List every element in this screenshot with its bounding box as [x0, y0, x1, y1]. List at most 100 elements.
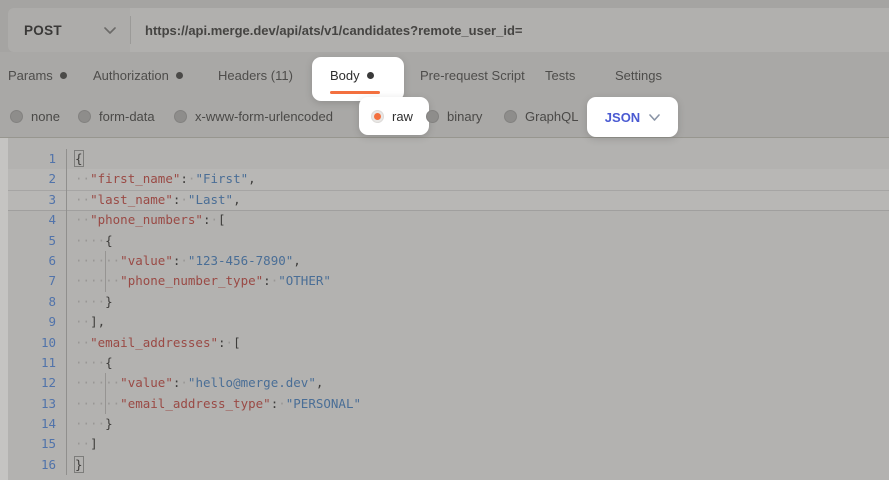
json-punctuation: ]: [90, 436, 98, 451]
tab-label: Headers (11): [218, 68, 293, 83]
whitespace-dots: ··: [105, 375, 120, 390]
code-content: ··"phone_numbers":·[: [75, 210, 226, 230]
json-string: "PERSONAL": [286, 396, 361, 411]
body-type-radio-binary[interactable]: binary: [426, 96, 482, 137]
line-number: 13: [0, 394, 67, 414]
radio-icon: [174, 110, 187, 123]
tab-tests[interactable]: Tests: [545, 55, 575, 96]
editor-lines: 1{2··"first_name":·"First",3··"last_name…: [0, 138, 889, 475]
body-type-options: none form-data x-www-form-urlencoded rawbin…: [0, 96, 889, 137]
tab-authorization[interactable]: Authorization: [93, 55, 183, 96]
code-line: 2··"first_name":·"First",: [0, 169, 889, 189]
divider: [130, 16, 131, 44]
json-string: "hello@merge.dev": [188, 375, 316, 390]
whitespace-dots: ·: [180, 192, 188, 207]
code-line: 8 ····}: [0, 292, 889, 312]
whitespace-dots: ··: [75, 436, 90, 451]
json-key: "phone_numbers": [90, 212, 203, 227]
code-content: ··"first_name":·"First",: [75, 169, 256, 189]
json-punctuation: ,: [293, 253, 301, 268]
tab-data-dot-icon: [176, 72, 183, 79]
radio-icon: [426, 110, 439, 123]
request-tabs: Params Authorization Headers (11) Body Pre-r…: [0, 55, 889, 96]
tab-pre-request-script[interactable]: Pre-request Script: [420, 55, 525, 96]
json-key: "value": [120, 253, 173, 268]
line-number: 9: [0, 312, 67, 332]
radio-label: x-www-form-urlencoded: [195, 109, 333, 124]
radio-icon: [78, 110, 91, 123]
code-content: ······"value":·"hello@merge.dev",: [75, 373, 323, 393]
code-content: {: [75, 149, 83, 169]
line-number: 10: [0, 333, 67, 353]
code-line: 7······"phone_number_type":·"OTHER": [0, 271, 889, 291]
code-content: ··"email_addresses":·[: [75, 333, 241, 353]
json-punctuation: :: [218, 335, 226, 350]
tab-label: Settings: [615, 68, 662, 83]
whitespace-dots: ··: [105, 253, 120, 268]
line-number: 8: [0, 292, 67, 312]
json-string: "OTHER": [278, 273, 331, 288]
code-content: ··]: [75, 434, 98, 454]
line-number: 4: [0, 210, 67, 230]
json-punctuation: {: [105, 355, 113, 370]
json-key: "first_name": [90, 171, 180, 186]
json-punctuation: ],: [90, 314, 105, 329]
tab-settings[interactable]: Settings: [615, 55, 662, 96]
whitespace-dots: ····: [75, 416, 105, 431]
url-input[interactable]: https://api.merge.dev/api/ats/v1/candida…: [145, 23, 523, 38]
code-line: 13······"email_address_type":·"PERSONAL": [0, 394, 889, 414]
tab-label: Pre-request Script: [420, 68, 525, 83]
line-number: 1: [0, 149, 67, 169]
radio-label: none: [31, 109, 60, 124]
whitespace-dots: ····: [75, 375, 105, 390]
code-line: 11 ····{: [0, 353, 889, 373]
json-punctuation: ,: [233, 192, 241, 207]
code-line: 12······"value":·"hello@merge.dev",: [0, 373, 889, 393]
line-number: 5: [0, 231, 67, 251]
method-dropdown[interactable]: POST: [8, 8, 130, 52]
json-key: "email_addresses": [90, 335, 218, 350]
code-line: 5····{: [0, 231, 889, 251]
code-line: 14····}: [0, 414, 889, 434]
tab-params[interactable]: Params: [8, 55, 67, 96]
whitespace-dots: ·: [278, 396, 286, 411]
body-type-radio-graphql[interactable]: GraphQL: [504, 96, 578, 137]
json-punctuation: :: [180, 171, 188, 186]
line-number: 16: [0, 455, 67, 475]
tab-label: Authorization: [93, 68, 169, 83]
json-key: "email_address_type": [120, 396, 271, 411]
body-type-radio-raw[interactable]: raw: [371, 96, 413, 137]
active-tab-underline: [330, 91, 380, 94]
tab-headers-11-[interactable]: Headers (11): [218, 55, 293, 96]
code-content: ····{: [75, 353, 113, 373]
line-number: 11: [0, 353, 67, 373]
line-number: 3: [0, 190, 67, 210]
code-line: 1{: [0, 149, 889, 169]
whitespace-dots: ··: [105, 273, 120, 288]
radio-icon: [10, 110, 23, 123]
code-content: ······"phone_number_type":·"OTHER": [75, 271, 331, 291]
body-type-radio-x-www-form-urlencoded[interactable]: x-www-form-urlencoded: [174, 96, 333, 137]
whitespace-dots: ··: [75, 192, 90, 207]
tab-data-dot-icon: [60, 72, 67, 79]
method-label: POST: [24, 23, 62, 38]
matched-brace: {: [74, 150, 84, 167]
json-punctuation: :: [263, 273, 271, 288]
body-type-radio-form-data[interactable]: form-data: [78, 96, 155, 137]
code-line: 16}: [0, 455, 889, 475]
code-content: ····}: [75, 414, 113, 434]
radio-label: form-data: [99, 109, 155, 124]
tab-body[interactable]: Body: [330, 55, 374, 96]
json-key: "value": [120, 375, 173, 390]
body-editor[interactable]: 1{2··"first_name":·"First",3··"last_name…: [0, 138, 889, 480]
tab-data-dot-icon: [367, 72, 374, 79]
whitespace-dots: ·: [226, 335, 234, 350]
language-dropdown[interactable]: JSON: [587, 97, 678, 137]
code-line: 9··],: [0, 312, 889, 332]
code-content: ··"last_name":·"Last",: [75, 190, 241, 210]
line-number: 6: [0, 251, 67, 271]
body-type-radio-none[interactable]: none: [10, 96, 60, 137]
radio-icon: [504, 110, 517, 123]
code-content: ····}: [75, 292, 113, 312]
code-content: }: [75, 455, 83, 475]
